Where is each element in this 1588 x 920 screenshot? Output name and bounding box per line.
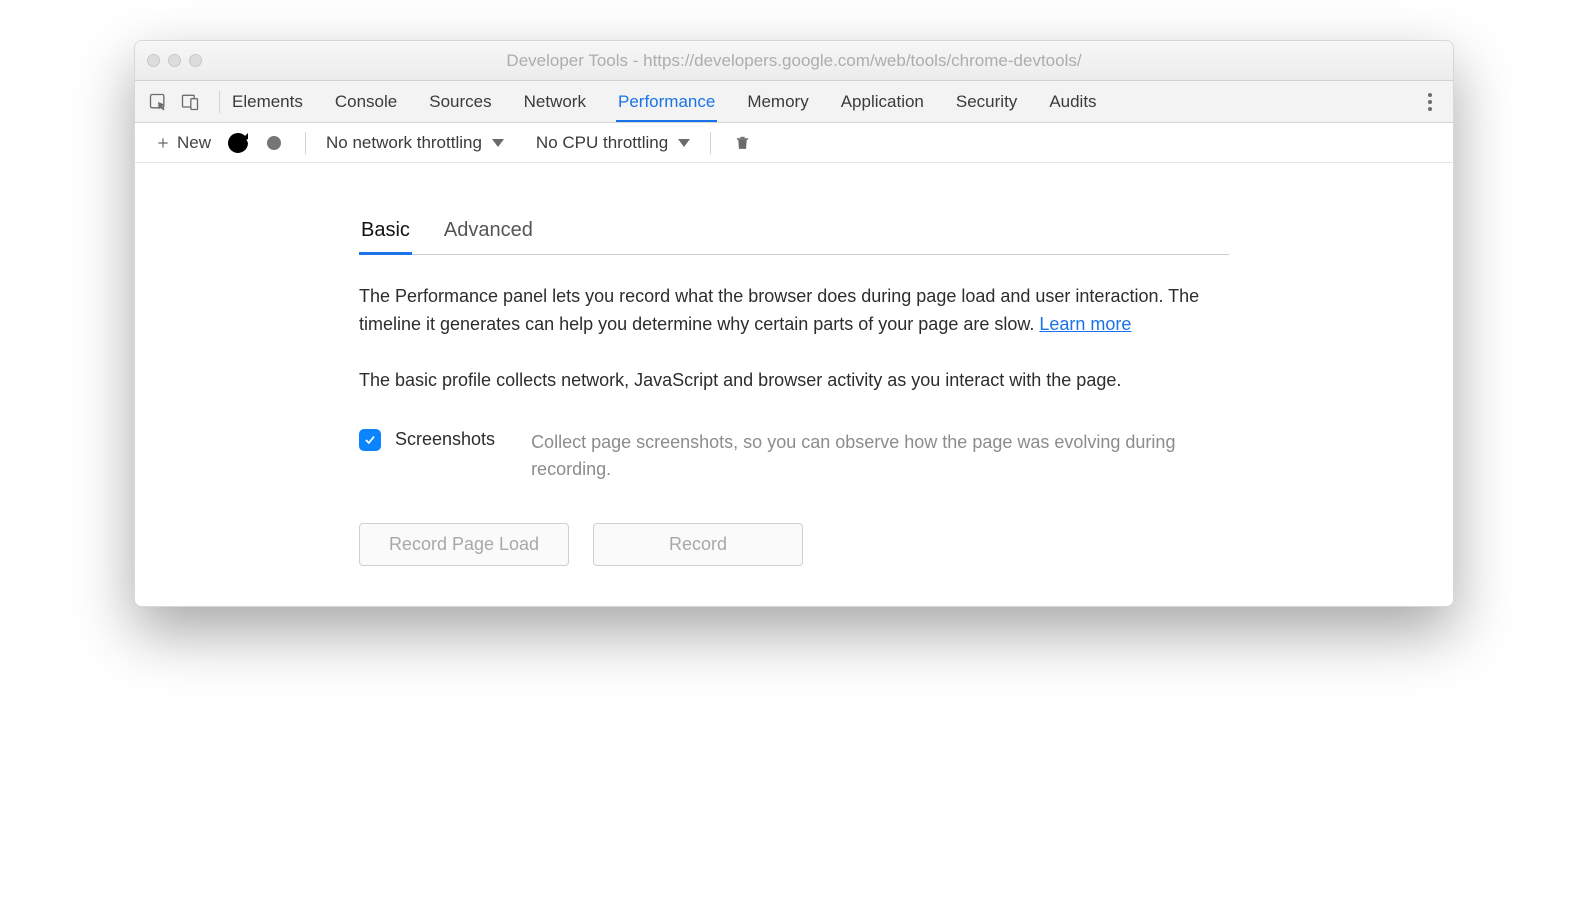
traffic-close[interactable] xyxy=(147,54,160,67)
tab-audits[interactable]: Audits xyxy=(1047,82,1098,122)
screenshots-option: Screenshots Collect page screenshots, so… xyxy=(359,429,1229,483)
subtab-basic[interactable]: Basic xyxy=(359,213,412,255)
performance-toolbar: New No network throttling No CPU throttl… xyxy=(135,123,1453,163)
main-tabstrip: Elements Console Sources Network Perform… xyxy=(135,81,1453,123)
tab-console[interactable]: Console xyxy=(333,82,399,122)
more-menu-icon[interactable] xyxy=(1417,93,1443,111)
traffic-lights xyxy=(147,54,202,67)
devtools-window: Developer Tools - https://developers.goo… xyxy=(134,40,1454,607)
separator xyxy=(219,91,220,113)
new-label: New xyxy=(177,133,211,153)
inspect-element-icon[interactable] xyxy=(145,89,171,115)
separator xyxy=(710,132,711,154)
separator xyxy=(305,132,306,154)
trash-icon xyxy=(734,133,751,152)
device-toolbar-icon[interactable] xyxy=(177,89,203,115)
reload-button[interactable] xyxy=(223,128,253,158)
subtab-advanced[interactable]: Advanced xyxy=(442,213,535,254)
profile-subtabs: Basic Advanced xyxy=(359,213,1229,255)
performance-panel: Basic Advanced The Performance panel let… xyxy=(135,163,1453,606)
window-title: Developer Tools - https://developers.goo… xyxy=(147,51,1441,71)
chevron-down-icon xyxy=(678,139,690,147)
plus-icon xyxy=(155,135,171,151)
devtools-tabs: Elements Console Sources Network Perform… xyxy=(230,82,1099,122)
network-throttling-select[interactable]: No network throttling xyxy=(322,133,508,153)
tab-security[interactable]: Security xyxy=(954,82,1019,122)
option-description: Collect page screenshots, so you can obs… xyxy=(531,429,1229,483)
tab-network[interactable]: Network xyxy=(522,82,588,122)
learn-more-link[interactable]: Learn more xyxy=(1039,314,1131,334)
panel-description-1: The Performance panel lets you record wh… xyxy=(359,283,1229,339)
reload-icon xyxy=(223,128,253,158)
record-icon xyxy=(267,136,281,150)
tab-performance[interactable]: Performance xyxy=(616,82,717,122)
tab-elements[interactable]: Elements xyxy=(230,82,305,122)
tab-sources[interactable]: Sources xyxy=(427,82,493,122)
check-icon xyxy=(363,433,377,447)
screenshots-checkbox[interactable] xyxy=(359,429,381,451)
traffic-minimize[interactable] xyxy=(168,54,181,67)
cpu-throttling-select[interactable]: No CPU throttling xyxy=(532,133,694,153)
panel-description-2: The basic profile collects network, Java… xyxy=(359,367,1229,395)
window-titlebar: Developer Tools - https://developers.goo… xyxy=(135,41,1453,81)
tab-application[interactable]: Application xyxy=(839,82,926,122)
action-buttons: Record Page Load Record xyxy=(359,523,1229,566)
record-button[interactable]: Record xyxy=(593,523,803,566)
network-throttle-value: No network throttling xyxy=(326,133,482,153)
record-toggle[interactable] xyxy=(259,136,289,150)
clear-button[interactable] xyxy=(727,133,757,152)
tab-memory[interactable]: Memory xyxy=(745,82,810,122)
option-label: Screenshots xyxy=(395,429,495,450)
chevron-down-icon xyxy=(492,139,504,147)
record-page-load-button[interactable]: Record Page Load xyxy=(359,523,569,566)
traffic-zoom[interactable] xyxy=(189,54,202,67)
cpu-throttle-value: No CPU throttling xyxy=(536,133,668,153)
new-recording-button[interactable]: New xyxy=(149,130,217,156)
